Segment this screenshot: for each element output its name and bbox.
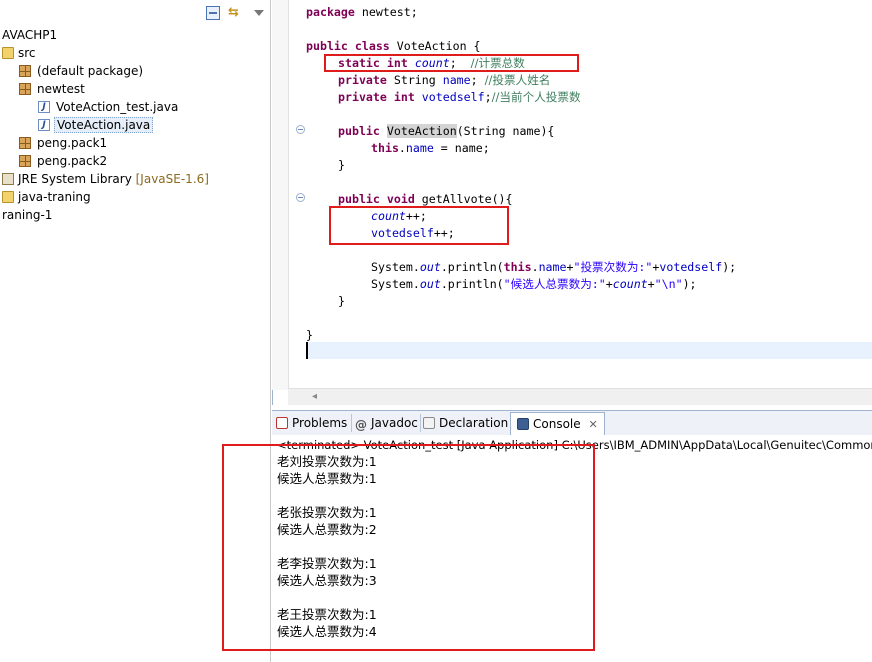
package-icon (19, 83, 31, 95)
problems-icon (276, 417, 288, 429)
fold-toggle-icon[interactable] (296, 125, 305, 134)
close-tab-icon[interactable]: ✕ (588, 418, 597, 431)
code-line: } (338, 158, 345, 172)
scroll-left-icon[interactable]: ◂ (312, 391, 317, 402)
tree-item-label: (default package) (37, 64, 144, 78)
folder-icon (2, 191, 14, 203)
view-menu-icon[interactable] (254, 10, 264, 16)
tab-label: Declaration (439, 416, 509, 430)
package-icon (19, 155, 31, 167)
code-line: } (338, 294, 345, 308)
tree-item-label: newtest (37, 82, 85, 96)
tab-declaration[interactable]: Declaration (423, 412, 508, 434)
tree-item-voteaction[interactable]: J VoteAction.java (38, 116, 154, 134)
code-line: private int votedself;//当前个人投票数 (338, 90, 581, 104)
package-icon (19, 137, 31, 149)
tree-item-peng-pack2[interactable]: peng.pack2 (19, 152, 107, 170)
package-icon (19, 65, 31, 77)
jre-version-tag: [JavaSE-1.6] (135, 172, 209, 186)
source-folder-icon (2, 47, 14, 59)
tree-item-default-package[interactable]: (default package) (19, 62, 143, 80)
tree-item-label: java-traning (18, 190, 91, 204)
tree-item-voteaction-test[interactable]: J VoteAction_test.java (38, 98, 178, 116)
tree-item-java-traning[interactable]: java-traning (2, 188, 91, 206)
collapse-all-icon[interactable] (206, 6, 220, 20)
editor-ruler (272, 0, 289, 390)
tree-item-raning[interactable]: raning-1 (2, 206, 52, 224)
tree-item-label: peng.pack2 (37, 154, 108, 168)
annotation-box-increments (329, 206, 509, 245)
code-line: private String name; //投票人姓名 (338, 73, 551, 87)
tree-item-label: VoteAction_test.java (56, 100, 179, 114)
code-line: public VoteAction(String name){ (338, 124, 555, 138)
tree-item-src[interactable]: src (2, 44, 36, 62)
tab-separator (420, 414, 421, 432)
library-icon (2, 173, 14, 185)
tab-javadoc[interactable]: @ Javadoc (355, 412, 418, 434)
tree-item-label: AVACHP1 (2, 28, 58, 42)
code-line: System.out.println("候选人总票数为:"+count+"\n"… (371, 277, 697, 291)
tree-item-project[interactable]: AVACHP1 (2, 26, 57, 44)
code-line: this.name = name; (371, 141, 490, 155)
tree-item-label: JRE System Library (18, 172, 132, 186)
annotation-box-static-count (324, 54, 579, 72)
tree-item-newtest[interactable]: newtest (19, 80, 85, 98)
tab-label: Problems (292, 416, 348, 430)
code-line: } (306, 328, 313, 342)
java-file-icon: J (38, 101, 50, 113)
console-icon (517, 418, 529, 430)
explorer-toolbar: ⇆ (200, 2, 270, 24)
tree-item-label: raning-1 (2, 208, 53, 222)
javadoc-icon: @ (355, 418, 367, 432)
tab-problems[interactable]: Problems (276, 412, 347, 434)
tab-label: Javadoc (371, 416, 418, 430)
tree-item-label: VoteAction.java (54, 117, 154, 133)
declaration-icon (423, 417, 435, 429)
tab-console[interactable]: Console ✕ (510, 412, 605, 436)
tree-item-peng-pack1[interactable]: peng.pack1 (19, 134, 107, 152)
tab-separator (351, 414, 352, 432)
code-line: package newtest; (306, 5, 418, 19)
link-with-editor-icon[interactable]: ⇆ (228, 6, 242, 20)
current-line-highlight (306, 342, 872, 359)
tab-label: Console (533, 417, 581, 431)
annotation-box-console-output (222, 444, 595, 651)
code-line: public class VoteAction { (306, 39, 481, 53)
tree-item-jre[interactable]: JRE System Library [JavaSE-1.6] (2, 170, 209, 188)
tree-item-label: peng.pack1 (37, 136, 108, 150)
code-line: System.out.println(this.name+"投票次数为:"+vo… (371, 260, 737, 274)
text-caret (306, 342, 308, 359)
horizontal-scrollbar[interactable] (288, 388, 872, 405)
java-file-icon: J (38, 119, 50, 131)
tree-item-label: src (18, 46, 36, 60)
fold-toggle-icon[interactable] (296, 193, 305, 202)
